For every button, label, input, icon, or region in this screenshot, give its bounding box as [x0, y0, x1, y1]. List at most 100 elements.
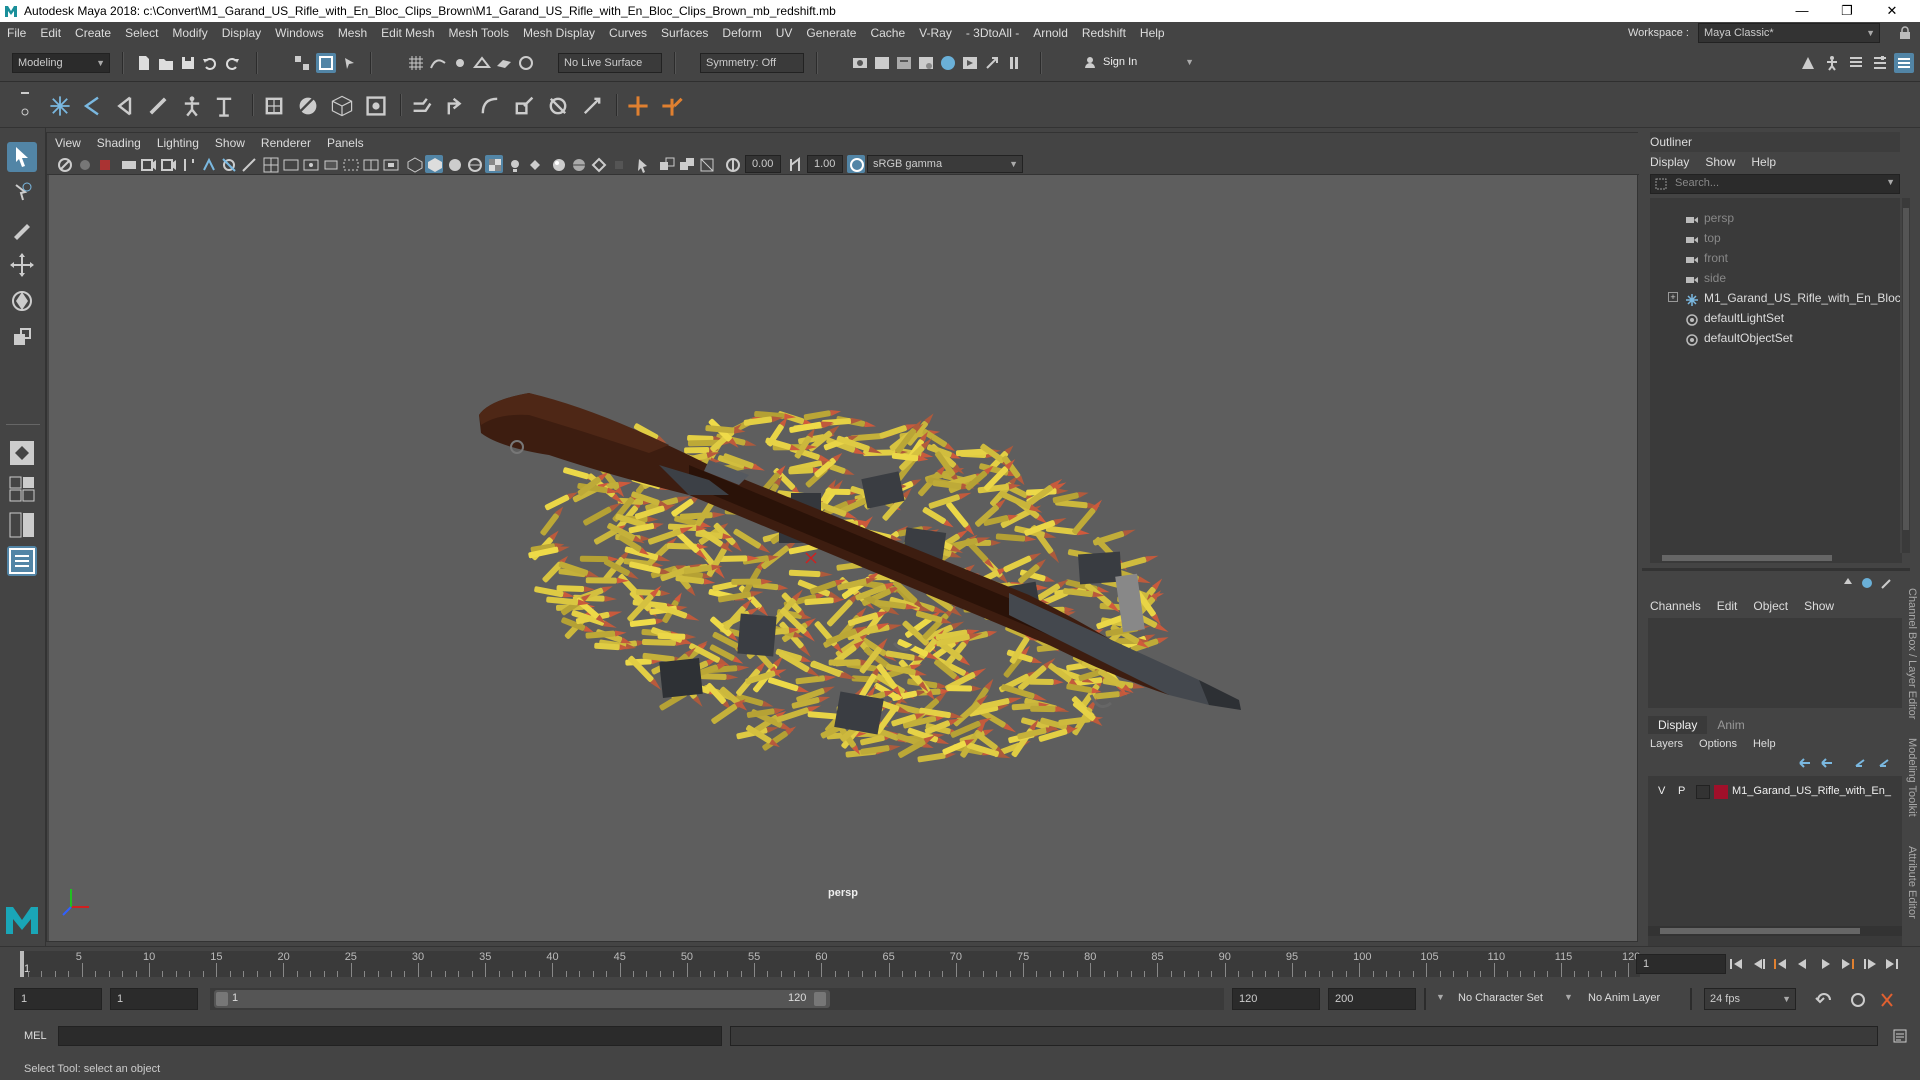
menu-redshift[interactable]: Redshift [1075, 22, 1133, 44]
live-surface-field[interactable]: No Live Surface [558, 53, 662, 73]
gamma-field[interactable]: 1.00 [807, 155, 843, 173]
film-gate-icon[interactable] [199, 155, 217, 173]
soft-mod-icon[interactable] [546, 94, 570, 118]
menu-generate[interactable]: Generate [799, 22, 863, 44]
layer-menu-help[interactable]: Help [1745, 734, 1784, 754]
lasso-tool-icon[interactable] [7, 178, 37, 208]
layer-menu-layers[interactable]: Layers [1642, 734, 1691, 754]
command-input[interactable] [58, 1026, 722, 1046]
exposure-icon[interactable] [723, 155, 741, 173]
layer-h-scrollbar[interactable] [1648, 926, 1902, 936]
range-slider-handle[interactable]: 1 120 [214, 990, 830, 1008]
menu-deform[interactable]: Deform [715, 22, 768, 44]
render-settings-icon[interactable] [916, 53, 936, 73]
mirror-joint-icon[interactable] [112, 94, 136, 118]
xray-components-icon[interactable] [697, 155, 715, 173]
channel-menu-edit[interactable]: Edit [1709, 596, 1746, 616]
point-constraint-icon[interactable] [626, 94, 650, 118]
sculpt-deformer-icon[interactable] [512, 94, 536, 118]
overscan-icon[interactable] [341, 155, 359, 173]
hypershade-icon[interactable] [938, 53, 958, 73]
sign-in-dropdown[interactable]: Sign In ▼ [1080, 53, 1198, 73]
wireframe-shading-icon[interactable] [405, 155, 423, 173]
snap-grid-icon[interactable] [406, 53, 426, 73]
frame-all-icon[interactable] [381, 155, 399, 173]
exposure-field[interactable]: 0.00 [745, 155, 781, 173]
four-view-layout-icon[interactable] [7, 474, 37, 504]
playback-controls[interactable] [1726, 954, 1910, 974]
menu-file[interactable]: File [0, 22, 33, 44]
attribute-editor-side-tab[interactable]: Attribute Editor [1906, 846, 1918, 919]
script-editor-icon[interactable] [1892, 1028, 1908, 1044]
ik-handle-icon[interactable] [146, 94, 170, 118]
grid-toggle-icon[interactable] [179, 155, 197, 173]
viewport-menu-panels[interactable]: Panels [319, 133, 372, 153]
menu-set-dropdown[interactable]: Modeling ▼ [12, 53, 110, 73]
scale-tool-icon[interactable] [7, 322, 37, 352]
menu-mesh-display[interactable]: Mesh Display [516, 22, 602, 44]
depth-of-field-icon[interactable] [609, 155, 627, 173]
scrollbar-thumb[interactable] [1903, 208, 1909, 530]
menu-uv[interactable]: UV [769, 22, 800, 44]
channel-box-toggle-icon[interactable] [1894, 53, 1914, 73]
modeling-toolkit-icon[interactable] [1798, 53, 1818, 73]
time-slider[interactable]: 1 5 10 15 20 25 30 35 40 45 50 55 60 65 70 75 80 85 90 95 1… [0, 946, 1920, 980]
layer-toolbar-icons[interactable] [1796, 756, 1900, 770]
outliner-item-m1-garand-us-rifle-with-en-bloc-clip[interactable]: + M1_Garand_US_Rifle_with_En_Bloc_Clip [1650, 288, 1900, 308]
maximize-button[interactable]: ❐ [1827, 0, 1867, 22]
grease-pencil-icon[interactable] [159, 155, 177, 173]
anim-layer-label[interactable]: No Anim Layer [1588, 992, 1660, 1004]
channel-box-side-tab[interactable]: Channel Box / Layer Editor [1906, 588, 1918, 719]
outliner-item-persp[interactable]: persp [1650, 208, 1900, 228]
ipr-render-icon[interactable] [894, 53, 914, 73]
select-tool-icon[interactable] [7, 142, 37, 172]
view-transform-dropdown[interactable]: sRGB gamma ▼ [867, 155, 1023, 173]
shaded-wireframe-icon[interactable] [361, 155, 379, 173]
render-sequence-icon[interactable] [960, 53, 980, 73]
snap-curve-icon[interactable] [428, 53, 448, 73]
use-all-lights-icon[interactable] [505, 155, 523, 173]
render-frame-icon[interactable] [850, 53, 870, 73]
default-material-icon[interactable] [445, 155, 463, 173]
create-joints-icon[interactable] [48, 94, 72, 118]
safe-action-icon[interactable] [301, 155, 319, 173]
lattice-icon[interactable] [330, 94, 354, 118]
viewport-3d[interactable]: persp [49, 175, 1637, 941]
menu-edit-mesh[interactable]: Edit Mesh [374, 22, 441, 44]
snap-point-icon[interactable] [450, 53, 470, 73]
field-chart-icon[interactable] [281, 155, 299, 173]
wrap-deformer-icon[interactable] [444, 94, 468, 118]
outliner-item-front[interactable]: front [1650, 248, 1900, 268]
symmetry-field[interactable]: Symmetry: Off [700, 53, 804, 73]
menu-surfaces[interactable]: Surfaces [654, 22, 715, 44]
outliner-layout-icon[interactable] [7, 546, 37, 576]
bind-skin-icon[interactable] [262, 94, 286, 118]
2d-pan-zoom-icon[interactable] [139, 155, 157, 173]
redo-icon[interactable] [222, 53, 242, 73]
snap-rotate-icon[interactable] [516, 53, 536, 73]
textured-icon[interactable] [485, 155, 503, 173]
layer-tab-display[interactable]: Display [1648, 716, 1708, 734]
single-perspective-layout-icon[interactable] [7, 438, 37, 468]
wireframe-grid-icon[interactable] [261, 155, 279, 173]
viewport-menu-renderer[interactable]: Renderer [253, 133, 319, 153]
camera-select-icon[interactable] [55, 155, 73, 173]
layer-color-swatch[interactable] [1714, 785, 1728, 799]
range-start-grip[interactable] [216, 992, 228, 1006]
bookmark-icon[interactable] [95, 155, 113, 173]
outliner-menu-display[interactable]: Display [1642, 152, 1697, 172]
menu-windows[interactable]: Windows [268, 22, 331, 44]
cluster-icon[interactable] [364, 94, 388, 118]
render-view-icon[interactable] [872, 53, 892, 73]
image-plane-icon[interactable] [119, 155, 137, 173]
xray-icon[interactable] [657, 155, 675, 173]
menu-arnold[interactable]: Arnold [1026, 22, 1075, 44]
playback-start-field[interactable]: 1 [110, 988, 198, 1010]
viewport-menu-view[interactable]: View [47, 133, 89, 153]
playback-end-field[interactable]: 120 [1232, 988, 1320, 1010]
playback-option-icons[interactable] [1812, 990, 1912, 1010]
menu-mesh[interactable]: Mesh [331, 22, 374, 44]
chevron-down-icon[interactable]: ▼ [1886, 177, 1895, 187]
select-object-icon[interactable] [316, 53, 336, 73]
minimize-button[interactable]: — [1782, 0, 1822, 22]
